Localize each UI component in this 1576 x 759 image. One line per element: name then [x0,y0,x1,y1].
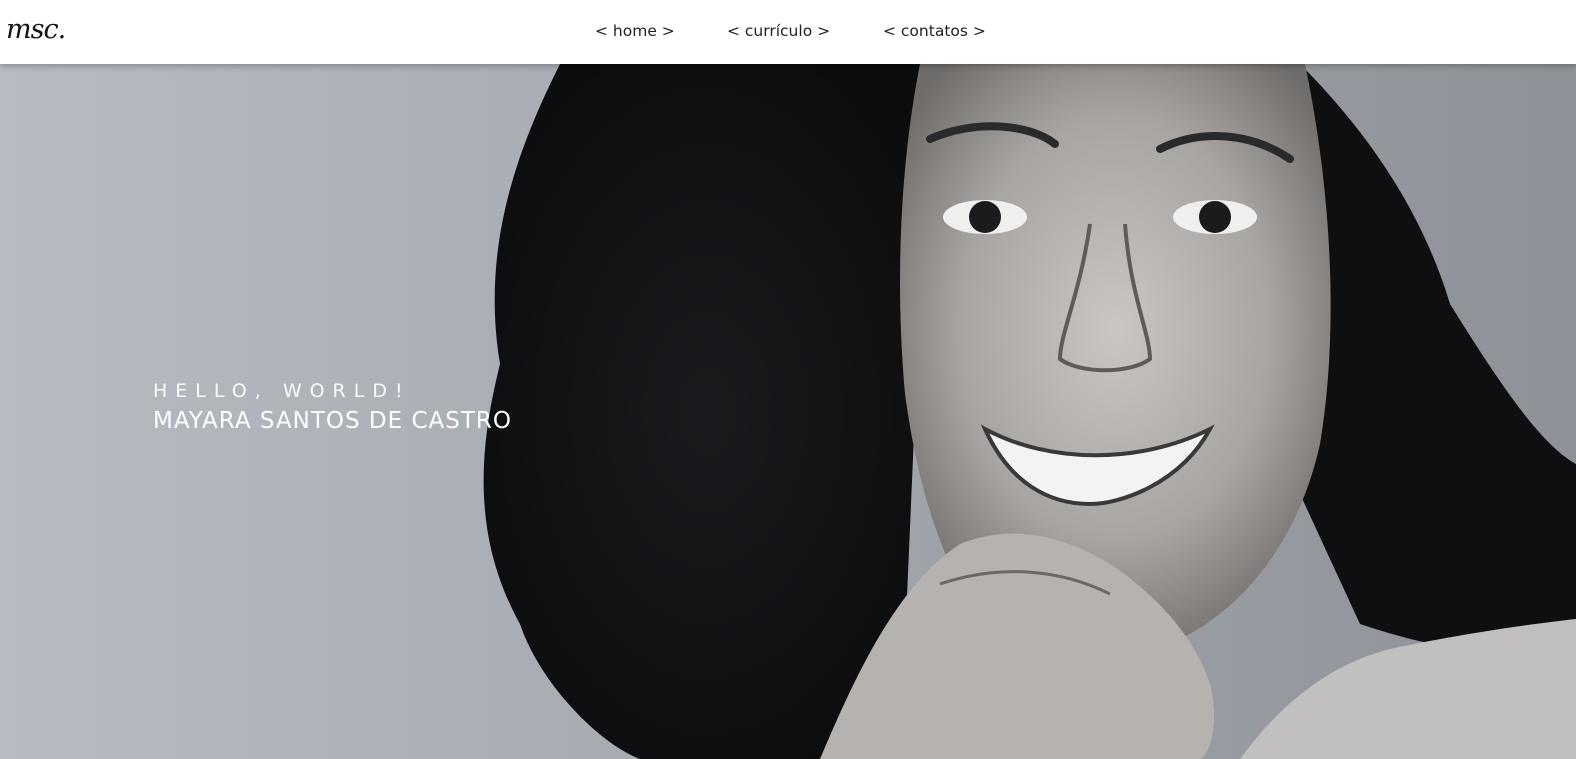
hero-name-title: MAYARA SANTOS DE CASTRO [153,408,512,434]
nav-link-contatos[interactable]: < contatos > [883,22,986,40]
nav-link-curriculo[interactable]: < currículo > [727,22,830,40]
nav-link-home[interactable]: < home > [595,22,675,40]
hero-section: HELLO, WORLD! MAYARA SANTOS DE CASTRO [0,64,1576,759]
hero-greeting: HELLO, WORLD! [153,380,411,402]
hero-text-block: HELLO, WORLD! MAYARA SANTOS DE CASTRO [153,380,512,434]
site-header: msc. < home > < currículo > < contatos > [0,0,1576,64]
main-nav: < home > < currículo > < contatos > [0,22,1576,44]
